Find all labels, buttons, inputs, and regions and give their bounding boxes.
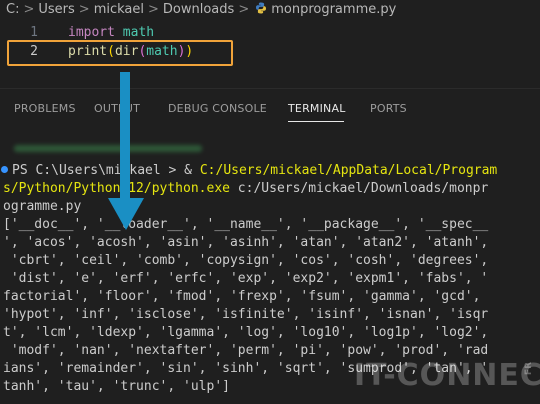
terminal-command-line: ogramme.py [3,198,81,216]
watermark-suffix: FR [524,362,534,376]
terminal-exe-path: C:/Users/mickael/AppData/Local/Program [199,163,498,178]
terminal-output-line: tanh', 'tau', 'trunc', 'ulp'] [3,379,230,394]
terminal-output-line: factorial', 'floor', 'fmod', 'frexp', 'f… [3,289,481,304]
tab-debug-console[interactable]: DEBUG CONSOLE [168,102,267,115]
breadcrumb-downloads[interactable]: Downloads [163,0,234,20]
breadcrumb-separator: > [23,2,35,17]
watermark-logo: IT-CONNECT [354,358,540,393]
code-token: import [68,25,115,40]
panel-divider [0,88,540,89]
highlight-box [7,40,233,66]
breadcrumb-users[interactable]: Users [38,0,74,20]
terminal-output-line: 'cbrt', 'ceil', 'comb', 'copysign', 'cos… [3,253,489,268]
breadcrumb-separator: > [148,2,159,17]
terminal-output-line: ', 'acos', 'acosh', 'asin', 'asinh', 'at… [3,235,489,250]
code-line-1[interactable]: import math [68,25,154,40]
terminal-command-line: s/Python/Python312/python.exe c:/Users/m… [3,180,488,198]
terminal-arg: ogramme.py [3,199,82,214]
terminal-command-line: PS C:\Users\mickael > & C:/Users/mickael… [12,162,497,180]
breadcrumb-file[interactable]: monprogramme.py [271,0,396,20]
command-status-dot [1,166,8,173]
active-tab-indicator [288,121,344,122]
annotation-arrow-icon [108,72,144,230]
tab-problems[interactable]: PROBLEMS [14,102,76,115]
tab-terminal[interactable]: TERMINAL [288,102,346,115]
breadcrumb-drive[interactable]: C: [6,0,19,20]
terminal-arg: c:/Users/mickael/Downloads/monpr [229,181,489,196]
python-icon [256,2,267,14]
tab-ports[interactable]: PORTS [370,102,407,115]
breadcrumb-mickael[interactable]: mickael [94,0,144,20]
terminal-output-line: ['__doc__', '__loader__', '__name__', '_… [3,217,489,232]
panel-tabs: PROBLEMS OUTPUT DEBUG CONSOLE TERMINAL P… [0,98,540,124]
breadcrumb-separator: > [78,2,90,17]
line-number: 1 [30,25,38,40]
breadcrumb-separator: > [238,2,250,17]
terminal-output-line: 'hypot', 'inf', 'isclose', 'isfinite', '… [3,307,489,322]
terminal-output-line: 'dist', 'e', 'erf', 'erfc', 'exp', 'exp2… [3,271,489,286]
terminal-output-line: t', 'lcm', 'ldexp', 'lgamma', 'log', 'lo… [3,325,489,340]
code-token: math [122,25,155,40]
breadcrumb: C: > Users > mickael > Downloads > monprogramme.… [0,0,540,20]
